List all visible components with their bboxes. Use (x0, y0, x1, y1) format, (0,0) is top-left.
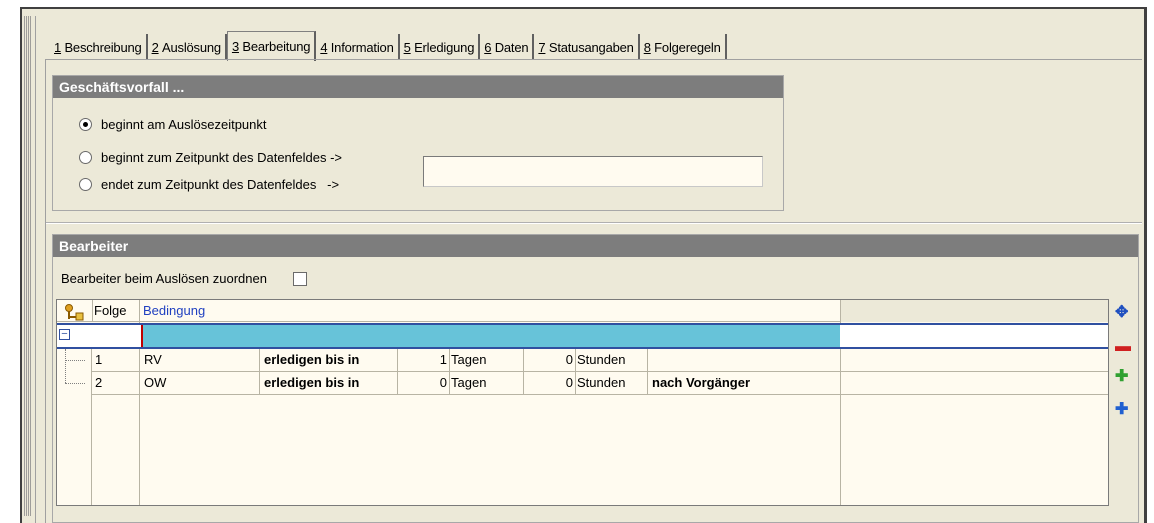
divider (35, 16, 36, 523)
move-icon[interactable]: ✥ (1115, 305, 1128, 321)
tab-label: Beschreibung (64, 39, 142, 55)
radio-button[interactable] (79, 151, 92, 164)
tab-label: Erledigung (414, 39, 475, 55)
tab-number: 7 (538, 39, 546, 55)
assign-row: Bearbeiter beim Auslösen zuordnen (61, 271, 307, 286)
tab-number: 4 (320, 39, 328, 55)
row-stunden-unit: Stunden (577, 352, 626, 367)
radio-button[interactable] (79, 118, 92, 131)
remove-icon[interactable]: ▬ (1115, 339, 1131, 355)
tab-label: Auslösung (162, 39, 221, 55)
panel-title: Bearbeiter (53, 235, 1138, 257)
tab-label: Statusangaben (548, 39, 634, 55)
row-tage: 0 (439, 375, 447, 390)
splitter-grip[interactable] (24, 16, 32, 516)
tab-bearbeitung[interactable]: 3 Bearbeitung (226, 31, 317, 61)
assign-checkbox[interactable] (292, 271, 307, 286)
tab-ausloesung[interactable]: 2 Auslösung (148, 34, 227, 60)
tab-daten[interactable]: 6 Daten (480, 34, 535, 60)
tab-label: Information (330, 39, 394, 55)
row-stunden: 0 (565, 375, 573, 390)
add-icon[interactable]: ✚ (1115, 369, 1128, 385)
geschaeftsvorfall-group: Geschäftsvorfall ... beginnt am Auslösez… (52, 75, 784, 211)
tab-label: Bearbeitung (242, 39, 311, 54)
row-action: erledigen bis in (264, 352, 360, 367)
row-code: OW (144, 375, 167, 390)
row-action: erledigen bis in (264, 375, 360, 390)
tab-label: Daten (494, 39, 529, 55)
page-border (45, 60, 46, 523)
collapse-icon[interactable]: − (59, 329, 70, 340)
tab-information[interactable]: 4 Information (316, 34, 400, 60)
tab-number: 2 (151, 39, 159, 55)
radio-label: endet zum Zeitpunkt des Datenfeldes -> (101, 177, 340, 192)
tab-number: 5 (403, 39, 411, 55)
radio-option-endet-datenfeld[interactable]: endet zum Zeitpunkt des Datenfeldes -> (79, 177, 339, 192)
tab-number: 1 (54, 39, 62, 55)
row-extra: nach Vorgänger (652, 375, 751, 390)
section-separator (46, 222, 1142, 224)
assign-label: Bearbeiter beim Auslösen zuordnen (61, 271, 267, 286)
header-filler (841, 300, 1108, 322)
header-bedingung[interactable]: Bedingung (143, 300, 443, 322)
selected-cell[interactable] (141, 325, 840, 347)
row-tage: 1 (439, 352, 447, 367)
row-folge: 2 (95, 375, 103, 390)
tab-label: Folgeregeln (654, 39, 721, 55)
row-tage-unit: Tagen (451, 352, 487, 367)
tab-bar: 1 Beschreibung 2 Auslösung 3 Bearbeitung… (50, 30, 727, 61)
group-title: Geschäftsvorfall ... (53, 76, 783, 98)
bearbeiter-grid: Folge Bedingung − 1 RV erledigen bis in … (56, 299, 1109, 506)
tab-number: 8 (643, 39, 651, 55)
header-corner[interactable] (57, 300, 92, 322)
row-tage-unit: Tagen (451, 375, 487, 390)
tab-beschreibung[interactable]: 1 Beschreibung (50, 34, 148, 60)
add-child-icon[interactable]: ✚ (1115, 402, 1128, 418)
tab-statusangaben[interactable]: 7 Statusangaben (534, 34, 640, 60)
datenfeld-input[interactable] (423, 156, 763, 187)
row-stunden-unit: Stunden (577, 375, 626, 390)
radio-button[interactable] (79, 178, 92, 191)
tree-icon (65, 304, 84, 321)
row-stunden: 0 (565, 352, 573, 367)
radio-option-beginnt-datenfeld[interactable]: beginnt zum Zeitpunkt des Datenfeldes -> (79, 150, 342, 165)
tab-underline (45, 59, 1142, 60)
tab-erledigung[interactable]: 5 Erledigung (400, 34, 481, 60)
header-folge[interactable]: Folge (94, 300, 138, 322)
row-folge: 1 (95, 352, 103, 367)
radio-option-ausloesezeitpunkt[interactable]: beginnt am Auslösezeitpunkt (79, 117, 267, 132)
radio-label: beginnt zum Zeitpunkt des Datenfeldes -> (101, 150, 343, 165)
tab-number: 6 (484, 39, 492, 55)
row-indicator-column (57, 349, 92, 505)
radio-label: beginnt am Auslösezeitpunkt (101, 117, 267, 132)
tab-folgeregeln[interactable]: 8 Folgeregeln (640, 34, 727, 60)
row-code: RV (144, 352, 162, 367)
bearbeiter-panel: Bearbeiter Bearbeiter beim Auslösen zuor… (52, 234, 1139, 523)
tab-number: 3 (231, 39, 239, 54)
